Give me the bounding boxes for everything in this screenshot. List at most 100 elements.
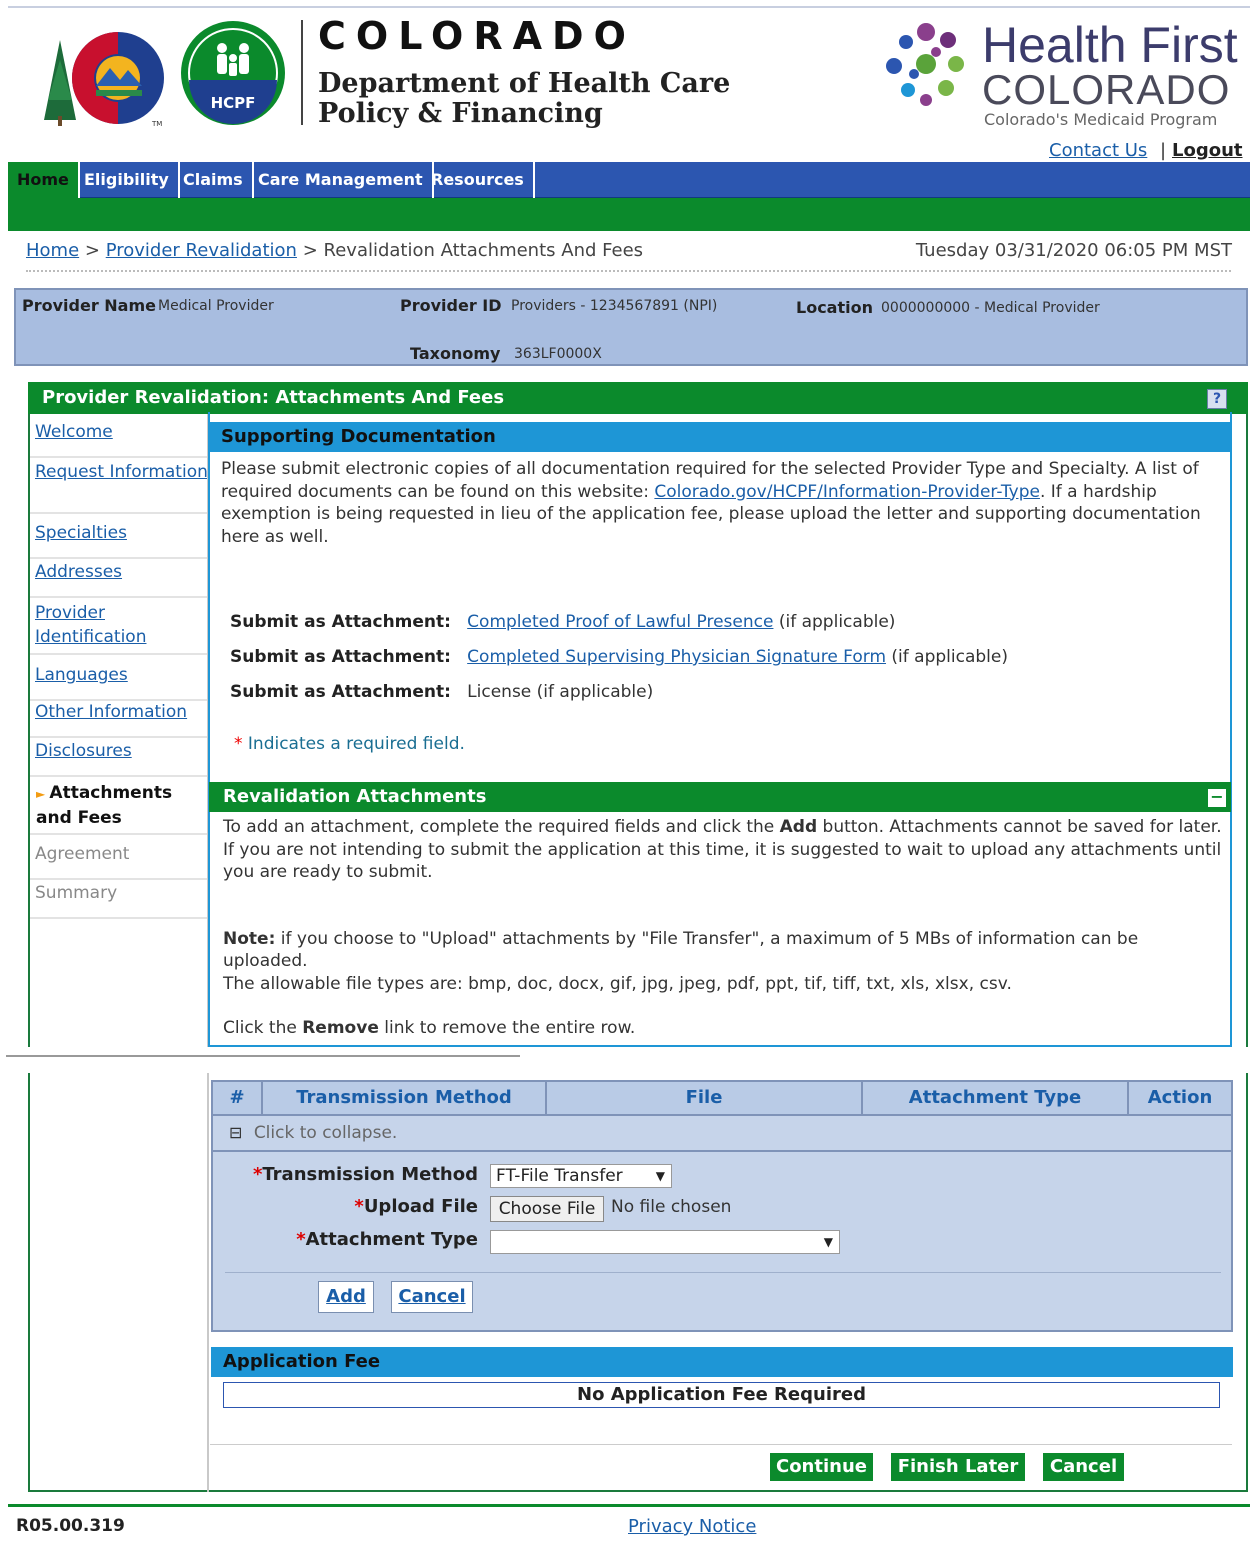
supporting-documentation-text: Please submit electronic copies of all d… (221, 458, 1221, 548)
required-star: * (354, 1196, 364, 1217)
nav-claims[interactable]: Claims (174, 162, 254, 198)
license-text: License (467, 682, 532, 702)
column-transmission-method: Transmission Method (263, 1082, 547, 1114)
application-fee-message: No Application Fee Required (223, 1382, 1220, 1408)
health-first-tagline: Colorado's Medicaid Program (984, 110, 1218, 129)
breadcrumb-divider (26, 270, 1231, 272)
collapse-row-icon: ⊟ (229, 1123, 243, 1142)
collapse-row-text: Click to collapse. (253, 1123, 398, 1143)
note-paragraph: Note: if you choose to "Upload" attachme… (223, 928, 1223, 973)
remove-text: Click the (223, 1018, 303, 1038)
contact-us-link[interactable]: Contact Us (1049, 140, 1147, 161)
note-bold: Note: (223, 928, 276, 949)
required-field-note: * Indicates a required field. (234, 734, 465, 754)
attachment-type-select[interactable]: ▼ (490, 1230, 840, 1254)
state-name: COLORADO (318, 14, 636, 58)
nav-eligibility[interactable]: Eligibility (75, 162, 180, 198)
column-number: # (213, 1082, 263, 1114)
current-step-arrow-icon: ► (36, 787, 50, 801)
hcpf-logo: HCPF (180, 20, 286, 126)
required-star: * (252, 1164, 263, 1185)
nav-home[interactable]: Home (8, 162, 80, 198)
side-nav-welcome[interactable]: Welcome (30, 420, 208, 458)
column-file: File (547, 1082, 863, 1114)
health-first-subtitle: COLORADO (982, 66, 1231, 113)
attachment-requirement-row: Submit as Attachment: Completed Proof of… (230, 612, 895, 632)
breadcrumb: Home > Provider Revalidation > Revalidat… (26, 240, 643, 261)
collapse-row[interactable]: ⊟ Click to collapse. (211, 1116, 1233, 1152)
panel-title: Provider Revalidation: Attachments And F… (28, 382, 1248, 414)
instructions-text: To add an attachment, complete the requi… (223, 817, 780, 837)
column-attachment-type: Attachment Type (863, 1082, 1129, 1114)
header-separator: | (1160, 140, 1167, 161)
side-nav-disclosures[interactable]: Disclosures (30, 739, 208, 777)
side-nav-provider-identification[interactable]: Provider Identification (30, 599, 208, 655)
cancel-attachment-button[interactable]: Cancel (391, 1281, 473, 1313)
column-action: Action (1147, 1087, 1213, 1108)
screenshot-cut-line (6, 1055, 520, 1057)
top-border (8, 6, 1250, 8)
provider-info-bar: Provider Name Medical Provider Provider … (14, 288, 1248, 366)
side-nav-attachments-and-fees[interactable]: ► Attachments and Fees (30, 779, 208, 835)
transmission-method-label: *Transmission Method (220, 1164, 478, 1185)
privacy-notice-link[interactable]: Privacy Notice (628, 1516, 756, 1537)
provider-name-value: Medical Provider (158, 298, 274, 314)
footer-divider (8, 1504, 1250, 1507)
side-nav-request-information[interactable]: Request Information (30, 458, 208, 514)
side-nav-specialties[interactable]: Specialties (30, 521, 208, 559)
upload-file-text: Upload File (363, 1196, 478, 1217)
logout-link[interactable]: Logout (1172, 140, 1243, 161)
breadcrumb-home[interactable]: Home (26, 240, 79, 261)
breadcrumb-provider-revalidation[interactable]: Provider Revalidation (106, 240, 297, 261)
provider-id-label: Provider ID (400, 296, 502, 315)
transmission-method-select[interactable]: FT-File Transfer ▼ (490, 1164, 672, 1188)
proof-of-lawful-presence-link[interactable]: Completed Proof of Lawful Presence (467, 612, 773, 632)
side-nav-addresses[interactable]: Addresses (30, 560, 208, 598)
note-text: if you choose to "Upload" attachments by… (223, 928, 1139, 972)
finish-later-button[interactable]: Finish Later (891, 1453, 1025, 1481)
remove-text: link to remove the entire row. (378, 1018, 636, 1038)
side-nav-languages[interactable]: Languages (30, 663, 208, 701)
required-field-text: Indicates a required field. (247, 734, 465, 754)
dropdown-arrow-icon: ▼ (823, 1235, 833, 1249)
application-fee-header: Application Fee (211, 1347, 1233, 1377)
department-name-line1: Department of Health Care (318, 68, 731, 99)
version-number: R05.00.319 (16, 1516, 125, 1536)
transmission-method-value: FT-File Transfer (496, 1166, 623, 1186)
attachment-table-header: # Transmission Method File Attachment Ty… (211, 1080, 1233, 1116)
nav-care-management[interactable]: Care Management (249, 162, 434, 198)
supporting-documentation-header: Supporting Documentation (209, 422, 1231, 452)
continue-button[interactable]: Continue (770, 1453, 873, 1481)
provider-name-label: Provider Name (22, 296, 156, 315)
choose-file-button[interactable]: Choose File (490, 1196, 604, 1222)
breadcrumb-separator: > (84, 240, 100, 261)
file-types-text: The allowable file types are: bmp, doc, … (223, 973, 1012, 994)
department-name-line2: Policy & Financing (318, 98, 603, 129)
no-file-chosen-text: No file chosen (611, 1197, 732, 1217)
taxonomy-label: Taxonomy (410, 344, 501, 363)
attachment-type-text: Attachment Type (305, 1229, 478, 1250)
cancel-button[interactable]: Cancel (1043, 1453, 1124, 1481)
side-nav-summary: Summary (30, 881, 208, 919)
colorado-logo-icon: TM (44, 32, 164, 128)
revalidation-instructions: To add an attachment, complete the requi… (223, 816, 1223, 1040)
instructions-bold: Add (779, 817, 818, 837)
collapse-section-icon[interactable]: − (1208, 789, 1226, 807)
instructions-paragraph: To add an attachment, complete the requi… (223, 816, 1223, 884)
nav-subbar (8, 198, 1250, 231)
side-nav-other-information[interactable]: Other Information (30, 700, 208, 738)
attachment-requirement-suffix: (if applicable) (778, 612, 896, 632)
help-icon[interactable]: ? (1207, 389, 1227, 409)
add-button[interactable]: Add (318, 1281, 374, 1313)
fee-divider (210, 1444, 1232, 1445)
attachment-requirement-row: Submit as Attachment: Completed Supervis… (230, 647, 1008, 667)
transmission-method-text: Transmission Method (262, 1164, 478, 1185)
remove-bold: Remove (302, 1018, 379, 1038)
nav-resources[interactable]: Resources (422, 162, 535, 198)
location-label: Location (796, 298, 873, 317)
timestamp: Tuesday 03/31/2020 06:05 PM MST (915, 240, 1232, 261)
provider-type-info-link[interactable]: Colorado.gov/HCPF/Information-Provider-T… (654, 482, 1040, 502)
required-star: * (234, 734, 243, 754)
supervising-physician-form-link[interactable]: Completed Supervising Physician Signatur… (467, 647, 886, 667)
attachment-requirement-label: Submit as Attachment: (230, 682, 451, 702)
